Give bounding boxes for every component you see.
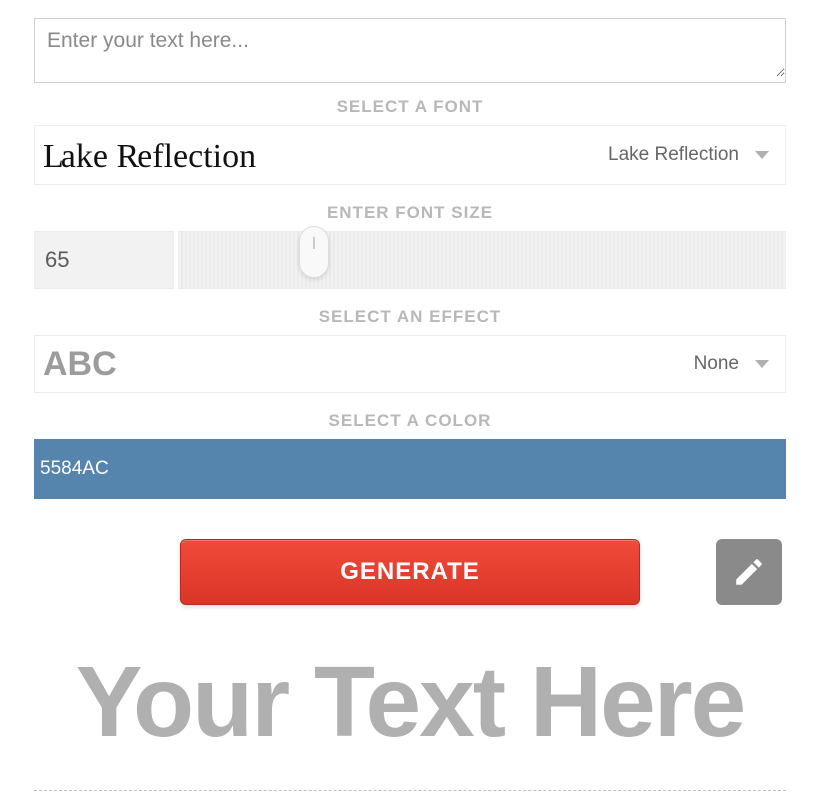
action-row: GENERATE [34, 539, 786, 605]
preview-area: Your Text Here [34, 645, 786, 791]
generate-button[interactable]: GENERATE [180, 539, 640, 605]
font-preview: Lake Reflection [35, 133, 608, 177]
preview-text: Your Text Here [34, 645, 786, 760]
effect-preview: ABC [35, 345, 694, 384]
font-size-input[interactable] [34, 231, 174, 289]
edit-button[interactable] [716, 539, 782, 605]
font-selected-label: Lake Reflection [608, 144, 749, 166]
effect-selected-label: None [694, 353, 749, 375]
font-section-label: SELECT A FONT [34, 97, 786, 117]
svg-text:Lake Reflection: Lake Reflection [43, 138, 256, 175]
slider-thumb[interactable] [299, 226, 329, 278]
color-value-label: 5584AC [40, 458, 109, 480]
size-section-label: ENTER FONT SIZE [34, 203, 786, 223]
effect-section-label: SELECT AN EFFECT [34, 307, 786, 327]
slider-track [179, 232, 785, 288]
text-input[interactable] [35, 19, 785, 77]
pencil-icon [732, 555, 766, 589]
chevron-down-icon [755, 360, 769, 368]
color-section-label: SELECT A COLOR [34, 411, 786, 431]
chevron-down-icon [755, 151, 769, 159]
font-size-slider[interactable] [178, 231, 786, 289]
effect-selector[interactable]: ABC None [34, 335, 786, 393]
font-size-row [34, 231, 786, 289]
font-selector[interactable]: Lake Reflection Lake Reflection [34, 125, 786, 185]
color-selector[interactable]: 5584AC [34, 439, 786, 499]
text-input-container [34, 18, 786, 83]
